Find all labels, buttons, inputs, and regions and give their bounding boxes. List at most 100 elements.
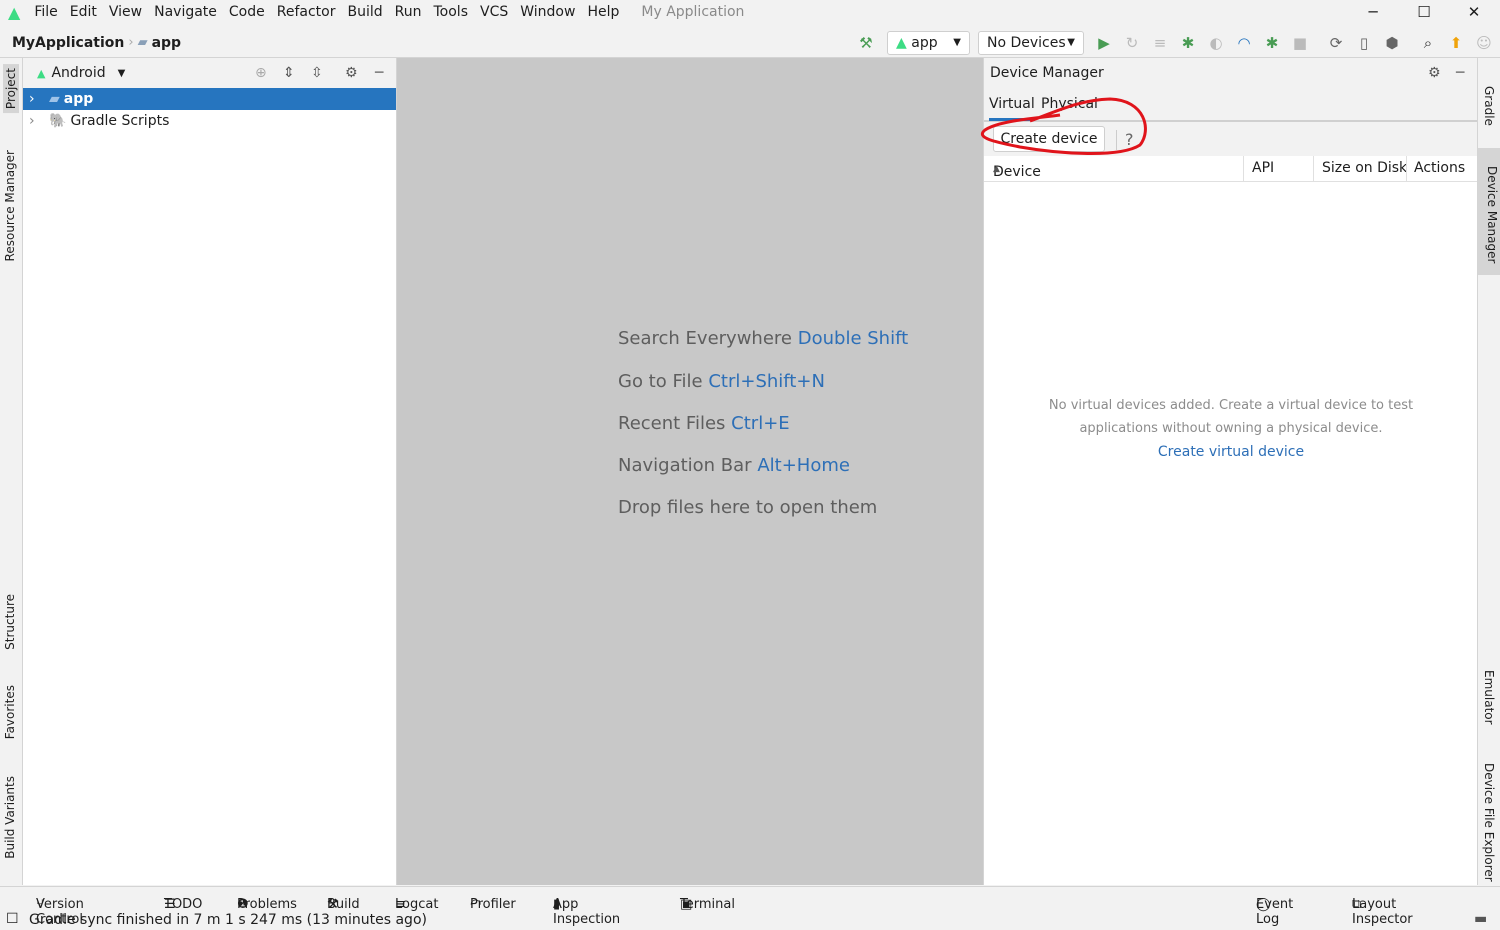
menu-code[interactable]: Code [223,4,271,20]
tab-device-manager[interactable]: Device Manager [1478,148,1500,276]
coverage-icon[interactable]: ◐ [1206,33,1226,53]
tab-virtual[interactable]: Virtual [989,96,1035,121]
hammer-build-icon[interactable]: ⚒ [856,33,876,53]
device-label: No Devices [987,35,1066,51]
android-icon: ▲ [37,66,46,80]
project-panel: ▲ Android ▼ ⊕ ⇕ ⇳ ⚙ ─ › ▰ app › 🐘 Gradle Scr… [23,58,397,885]
chevron-down-icon[interactable]: ▼ [118,68,126,79]
maximize-button[interactable]: ☐ [1399,0,1449,24]
attach-debugger-icon[interactable]: ✱ [1262,33,1282,53]
device-manager-header: Device Manager ⚙ ─ [984,58,1477,88]
run-icon[interactable]: ▶ [1094,33,1114,53]
hint-navigation-bar: Navigation Bar Alt+Home [618,455,850,476]
column-size-on-disk[interactable]: Size on Disk [1322,160,1407,176]
hint-text: Search Everywhere [618,328,792,349]
android-icon: ▲ [896,35,907,51]
profile-icon[interactable]: ◠ [1234,33,1254,53]
account-icon[interactable]: ☺ [1474,33,1494,53]
device-toolbar: Create device ? [984,122,1477,156]
hint-text: Drop files here to open them [618,497,878,518]
hint-text: Navigation Bar [618,455,752,476]
hint-shortcut: Alt+Home [757,455,850,476]
device-manager-panel: Device Manager ⚙ ─ Virtual Physical Crea… [983,58,1477,885]
update-icon[interactable]: ⬆ [1446,33,1466,53]
collapse-all-icon[interactable]: ⇳ [311,65,323,81]
stop-icon[interactable]: ■ [1290,33,1310,53]
create-device-button[interactable]: Create device [993,126,1105,152]
menu-window[interactable]: Window [514,4,581,20]
chevron-right-icon[interactable]: › [29,113,49,129]
menu-file[interactable]: File [28,4,63,20]
tab-device-file-explorer[interactable]: Device File Explorer [1482,763,1496,882]
device-select[interactable]: No Devices ▼ [978,31,1084,55]
locate-icon[interactable]: ⊕ [255,65,267,81]
menu-run[interactable]: Run [389,4,428,20]
project-view-select[interactable]: Android [51,65,105,81]
hide-icon[interactable]: ─ [1456,65,1464,81]
tab-emulator[interactable]: Emulator [1482,670,1496,725]
android-studio-logo-icon: ▲ [8,2,21,22]
column-label: Device [993,164,1041,180]
hint-search-everywhere: Search Everywhere Double Shift [618,328,908,349]
hint-drop-files: Drop files here to open them [618,497,877,518]
search-icon[interactable]: ⌕ [1418,33,1438,53]
toggle-tool-windows-icon[interactable]: ☐ [6,911,19,927]
gradle-icon: 🐘 [49,113,67,129]
run-config-select[interactable]: ▲ app ▼ [887,31,970,55]
tab-resource-manager[interactable]: Resource Manager [3,150,17,261]
empty-state: No virtual devices added. Create a virtu… [984,394,1478,464]
column-actions[interactable]: Actions [1414,160,1465,176]
apply-changes-icon[interactable]: ↻ [1122,33,1142,53]
sync-gradle-icon[interactable]: ⟳ [1326,33,1346,53]
tab-build-variants[interactable]: Build Variants [3,776,17,859]
gear-icon[interactable]: ⚙ [345,65,358,81]
hint-shortcut: Double Shift [797,328,909,349]
tab-gradle[interactable]: Gradle [1482,86,1496,126]
sort-ascending-icon: ▲ [993,164,1000,174]
sdk-manager-icon[interactable]: ⬢ [1382,33,1402,53]
debug-icon[interactable]: ✱ [1178,33,1198,53]
menu-navigate[interactable]: Navigate [148,4,223,20]
menu-build[interactable]: Build [341,4,388,20]
device-table-header: Device ▲ API Size on Disk Actions [984,156,1477,182]
minimize-button[interactable]: ─ [1348,0,1398,24]
breadcrumb-module[interactable]: app [148,35,186,51]
project-panel-header: ▲ Android ▼ ⊕ ⇕ ⇳ ⚙ ─ [23,58,396,88]
device-manager-icon[interactable]: ▯ [1354,33,1374,53]
menu-bar: ▲ File Edit View Navigate Code Refactor … [0,0,1500,24]
menu-help[interactable]: Help [581,4,625,20]
run-config-label: app [911,35,938,51]
left-tool-strip: Project Resource Manager Structure Favor… [0,58,23,885]
menu-refactor[interactable]: Refactor [271,4,342,20]
tree-item-label: Gradle Scripts [70,113,170,129]
hint-go-to-file: Go to File Ctrl+Shift+N [618,371,825,392]
breadcrumb-project[interactable]: MyApplication [0,35,128,51]
folder-icon: ▰ [49,91,60,107]
chevron-right-icon[interactable]: › [29,91,49,107]
empty-message-line: applications without owning a physical d… [1079,421,1383,436]
apply-code-changes-icon[interactable]: ≡ [1150,33,1170,53]
hint-text: Go to File [618,371,703,392]
tab-structure[interactable]: Structure [3,594,17,650]
tree-item-app[interactable]: › ▰ app [23,88,396,110]
tree-item-gradle-scripts[interactable]: › 🐘 Gradle Scripts [23,110,396,132]
window-title: My Application [641,4,745,20]
folder-icon: ▰ [137,35,148,50]
tab-physical[interactable]: Physical [1041,96,1098,112]
gear-icon[interactable]: ⚙ [1428,65,1441,81]
device-manager-title: Device Manager [990,65,1104,81]
notifications-icon[interactable]: ▬ [1474,911,1487,927]
expand-all-icon[interactable]: ⇕ [283,65,295,81]
close-button[interactable]: ✕ [1449,0,1499,24]
menu-vcs[interactable]: VCS [474,4,514,20]
hide-icon[interactable]: ─ [375,65,383,81]
tab-favorites[interactable]: Favorites [3,685,17,739]
menu-edit[interactable]: Edit [64,4,103,20]
hint-shortcut: Ctrl+E [731,413,790,434]
menu-view[interactable]: View [103,4,148,20]
column-api[interactable]: API [1252,160,1274,176]
tab-project[interactable]: Project [3,64,19,114]
help-button[interactable]: ? [1125,130,1134,149]
create-virtual-device-link[interactable]: Create virtual device [984,441,1478,464]
menu-tools[interactable]: Tools [428,4,475,20]
